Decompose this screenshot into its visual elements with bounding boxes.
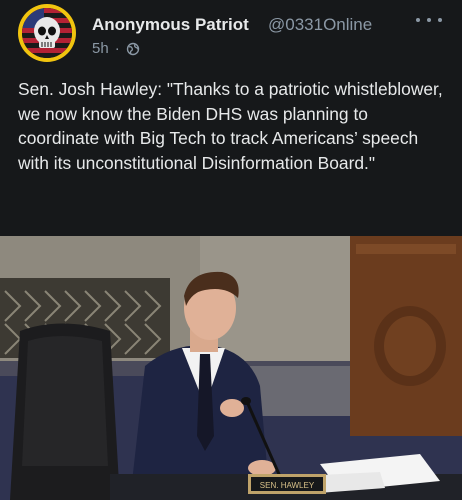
author-handle[interactable]: @0331Online — [268, 15, 372, 35]
post-meta: 5h · — [92, 40, 140, 57]
globe-icon — [126, 42, 140, 56]
author-display-name[interactable]: Anonymous Patriot — [92, 15, 249, 35]
skull-flag-avatar-icon — [22, 8, 72, 58]
meta-separator: · — [114, 40, 120, 57]
nameplate-label: SEN. HAWLEY — [260, 481, 315, 490]
post-image[interactable]: SEN. HAWLEY — [0, 236, 462, 500]
more-options-icon[interactable] — [416, 12, 442, 28]
post-timestamp[interactable]: 5h — [92, 40, 109, 57]
dot — [438, 18, 442, 22]
dot — [427, 18, 431, 22]
post-header: Anonymous Patriot @0331Online 5h · — [0, 0, 462, 70]
dot — [416, 18, 420, 22]
post-text: Sen. Josh Hawley: "Thanks to a patriotic… — [18, 79, 443, 173]
avatar[interactable] — [18, 4, 76, 62]
